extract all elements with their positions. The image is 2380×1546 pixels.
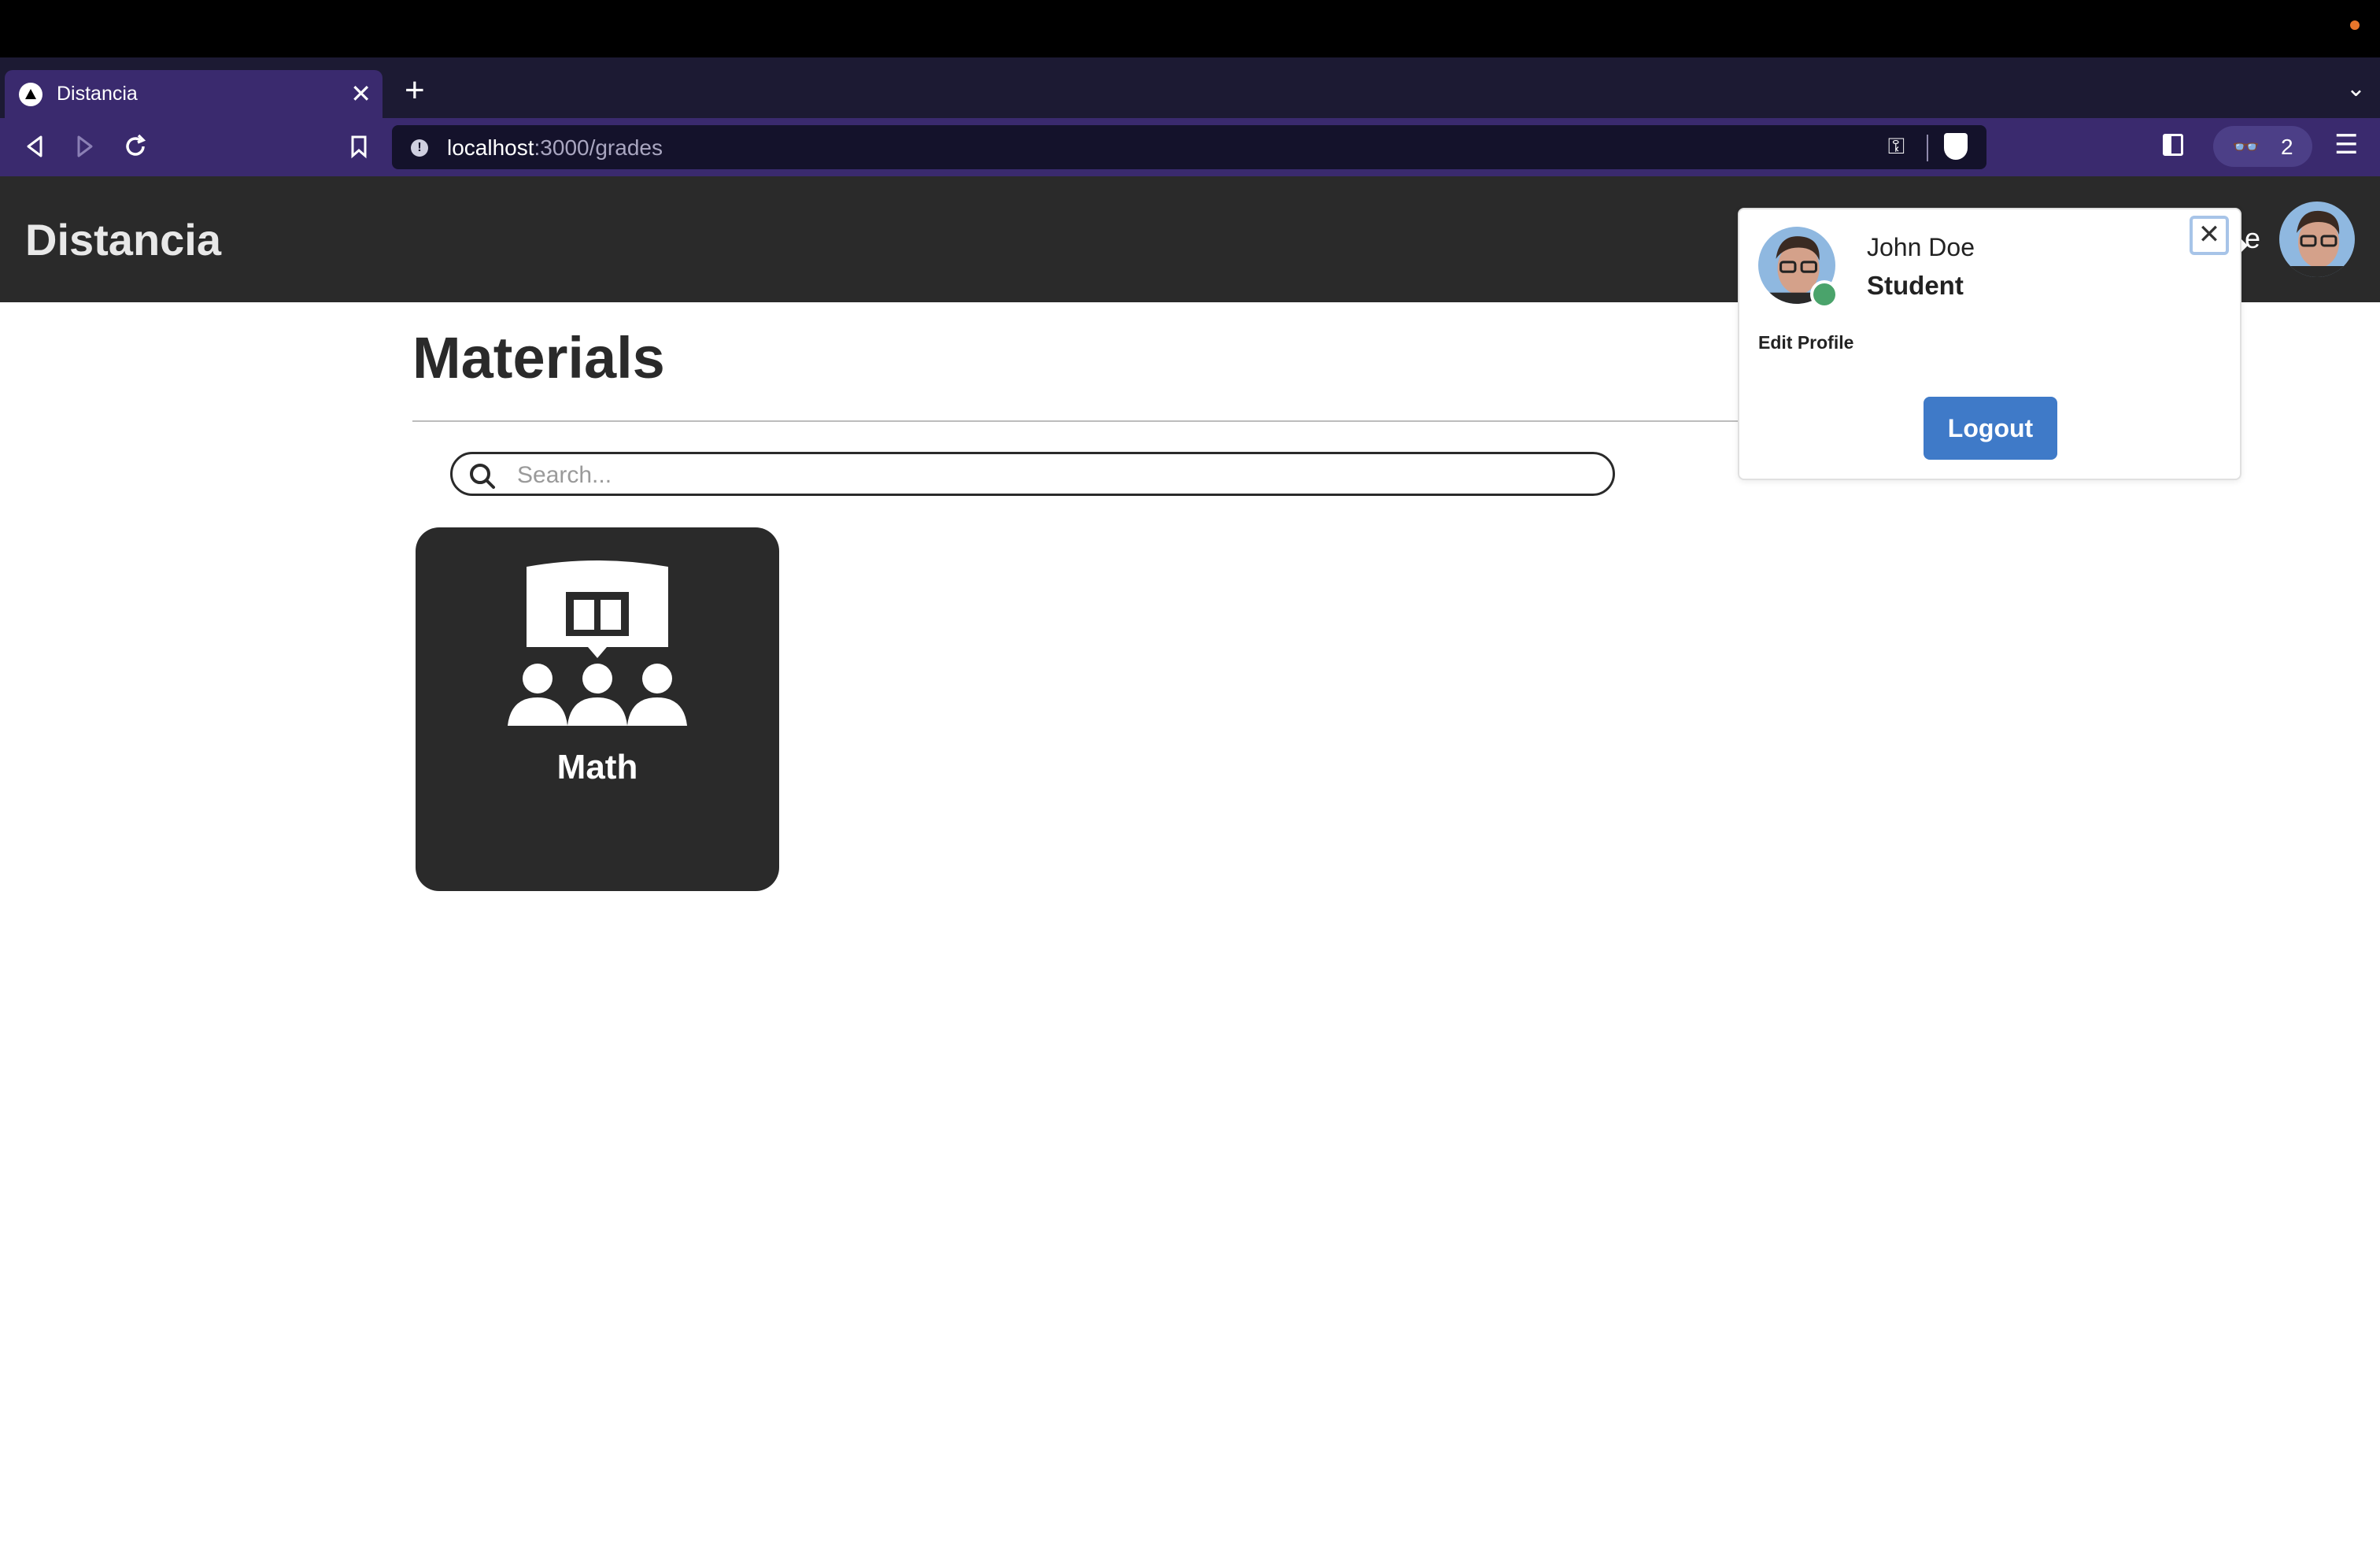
back-button[interactable] (17, 129, 52, 164)
url-path: :3000/grades (534, 135, 663, 160)
user-avatar[interactable] (2279, 202, 2355, 277)
tab-title: Distancia (57, 83, 138, 105)
reload-icon (126, 134, 146, 156)
url-host: localhost (447, 135, 534, 160)
os-menu-bar (0, 0, 2380, 57)
favicon-icon (19, 83, 42, 106)
new-tab-button[interactable]: + (405, 73, 425, 108)
profile-popover: John Doe Student ✕ Edit Profile Logout (1738, 208, 2241, 480)
material-card-math[interactable]: Math (416, 527, 779, 891)
forward-button[interactable] (68, 129, 102, 164)
close-popover-button[interactable]: ✕ (2190, 216, 2229, 255)
site-info-icon[interactable]: ! (411, 139, 428, 157)
url-text[interactable]: localhost:3000/grades (447, 135, 663, 161)
back-arrow-icon (27, 135, 42, 157)
browser-tab-active[interactable]: Distancia ✕ (5, 70, 382, 118)
brand-logo[interactable]: Distancia (25, 214, 221, 265)
address-bar-divider (1927, 135, 1928, 161)
tab-list-chevron-icon[interactable]: ⌄ (2346, 75, 2366, 102)
search-input[interactable] (516, 459, 1589, 492)
brave-shields-icon[interactable] (1944, 133, 1968, 160)
recording-indicator-icon (2350, 20, 2360, 30)
online-status-icon (1810, 280, 1839, 309)
rewards-count: 2 (2281, 135, 2293, 159)
rewards-button[interactable]: 👓 2 (2213, 126, 2312, 167)
forward-arrow-icon (77, 135, 93, 157)
bookmark-button[interactable] (342, 129, 376, 164)
reload-button[interactable] (118, 129, 153, 164)
bookmark-icon (351, 135, 367, 159)
profile-role: Student (1867, 271, 1964, 300)
edit-profile-link[interactable]: Edit Profile (1758, 332, 1853, 353)
classroom-book-icon (508, 560, 687, 726)
avatar-photo-icon (2279, 202, 2355, 277)
card-label: Math (556, 748, 638, 786)
browser-menu-icon[interactable]: ☰ (2334, 129, 2358, 161)
profile-name: John Doe (1867, 233, 1975, 261)
page-title: Materials (412, 325, 665, 390)
logout-button[interactable]: Logout (1924, 397, 2057, 460)
address-bar[interactable]: ! localhost:3000/grades ⚿ (392, 125, 1986, 169)
browser-tab-strip: Distancia ✕ + ⌄ (0, 57, 2380, 118)
sidebar-toggle-icon[interactable] (2163, 134, 2183, 156)
search-icon (470, 464, 495, 489)
tab-close-icon[interactable]: ✕ (350, 80, 371, 108)
password-key-icon[interactable]: ⚿ (1888, 134, 1905, 160)
glasses-icon: 👓 (2232, 135, 2260, 159)
search-bar[interactable] (450, 452, 1615, 496)
browser-toolbar: ! localhost:3000/grades ⚿ 👓 2 ☰ (0, 118, 2380, 176)
title-divider (412, 420, 1750, 422)
